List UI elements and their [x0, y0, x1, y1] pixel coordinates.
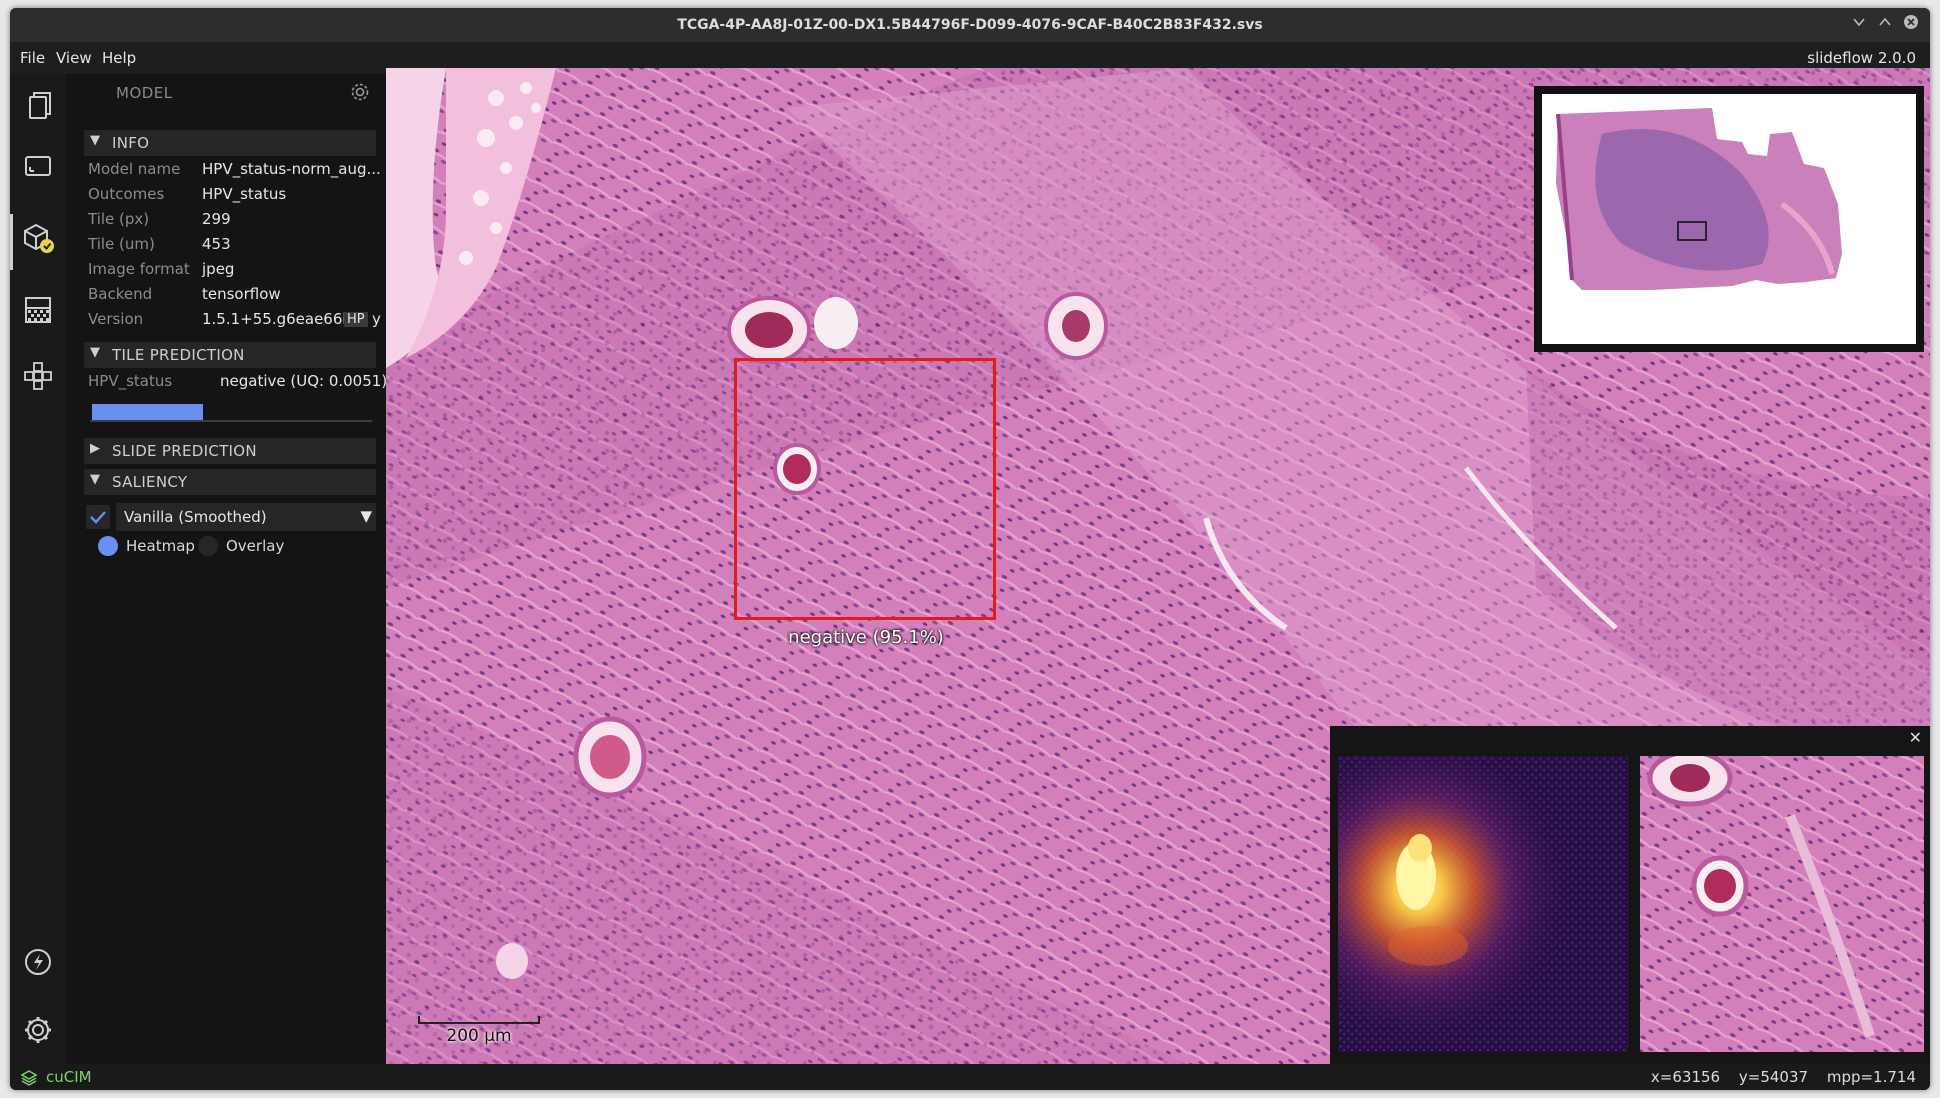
minimize-button[interactable]: [1848, 14, 1870, 36]
slide-viewer[interactable]: negative (95.1%) 200 µm ✕: [386, 68, 1930, 1064]
gear-icon[interactable]: [348, 80, 372, 104]
tile-prediction-bar-fill: [92, 404, 204, 420]
section-info[interactable]: ▼ INFO: [84, 130, 376, 156]
section-slide-prediction[interactable]: ▶ SLIDE PREDICTION: [84, 438, 376, 464]
scale-bar: [418, 1016, 540, 1024]
status-bar: cuCIM x=63156 y=54037 mpp=1.714: [10, 1064, 1930, 1090]
saliency-enable-checkbox[interactable]: [86, 505, 110, 529]
close-window-button[interactable]: [1900, 14, 1922, 36]
coord-mpp: mpp=1.714: [1826, 1068, 1916, 1086]
chevron-up-icon: [1879, 17, 1891, 26]
model-icon[interactable]: [20, 220, 56, 256]
tile-prediction-bar: [90, 402, 372, 422]
section-tile-prediction[interactable]: ▼ TILE PREDICTION: [84, 342, 376, 368]
tile-prediction-box: [734, 358, 996, 620]
heatmap-icon[interactable]: [20, 292, 56, 328]
menu-view[interactable]: View: [56, 49, 92, 67]
heatmap-radio[interactable]: [98, 536, 118, 556]
saliency-source-tile: [1640, 749, 1924, 1052]
saliency-method-dropdown[interactable]: Vanilla (Smoothed) ▼: [116, 503, 376, 531]
application-window: TCGA-4P-AA8J-01Z-00-DX1.5B44796F-D099-40…: [10, 8, 1930, 1090]
menu-help[interactable]: Help: [102, 49, 136, 67]
triangle-down-icon: ▼: [90, 345, 100, 360]
check-icon: [90, 511, 106, 524]
overlay-radio-label: Overlay: [226, 537, 285, 555]
overlay-radio[interactable]: [198, 536, 218, 556]
thumbnail-image: [1556, 108, 1842, 290]
menu-file[interactable]: File: [20, 49, 45, 67]
triangle-right-icon: ▶: [90, 441, 100, 456]
heatmap-radio-label: Heatmap: [126, 537, 195, 555]
sidebar-icons: [10, 74, 66, 1064]
cursor-coordinates: x=63156 y=54037 mpp=1.714: [1637, 1068, 1916, 1086]
version-tooltip: HP: [344, 312, 368, 327]
performance-icon[interactable]: [20, 944, 56, 980]
slide-icon[interactable]: [20, 148, 56, 184]
slide-overview-thumbnail[interactable]: [1534, 86, 1924, 352]
close-icon[interactable]: ✕: [1909, 728, 1922, 747]
triangle-down-icon: ▼: [90, 472, 100, 487]
title-bar: TCGA-4P-AA8J-01Z-00-DX1.5B44796F-D099-40…: [10, 8, 1930, 42]
close-icon: [1904, 15, 1918, 29]
triangle-down-icon: ▼: [90, 133, 100, 148]
model-panel: MODEL ▼ INFO Model name HPV_status-norm_a…: [66, 74, 387, 1064]
extensions-icon[interactable]: [20, 358, 56, 394]
tile-prediction-label: negative (95.1%): [788, 627, 944, 648]
coord-y: y=54037: [1738, 1068, 1809, 1086]
files-icon[interactable]: [20, 88, 56, 124]
version-tail: y: [372, 310, 381, 328]
saliency-heatmap: [1338, 756, 1628, 1052]
saliency-window: ✕: [1330, 726, 1930, 1064]
coord-x: x=63156: [1650, 1068, 1721, 1086]
scale-bar-label: 200 µm: [446, 1026, 512, 1046]
triangle-down-icon: ▼: [360, 507, 372, 525]
panel-title: MODEL: [116, 84, 173, 102]
settings-icon[interactable]: [20, 1012, 56, 1048]
active-tab-marker: [10, 214, 13, 270]
maximize-button[interactable]: [1874, 14, 1896, 36]
app-version: slideflow 2.0.0: [1807, 49, 1916, 67]
section-saliency[interactable]: ▼ SALIENCY: [84, 469, 376, 495]
cucim-logo-icon: [20, 1070, 38, 1086]
window-title: TCGA-4P-AA8J-01Z-00-DX1.5B44796F-D099-40…: [677, 17, 1263, 33]
chevron-down-icon: [1853, 18, 1865, 27]
slide-backend-label: cuCIM: [46, 1068, 92, 1086]
